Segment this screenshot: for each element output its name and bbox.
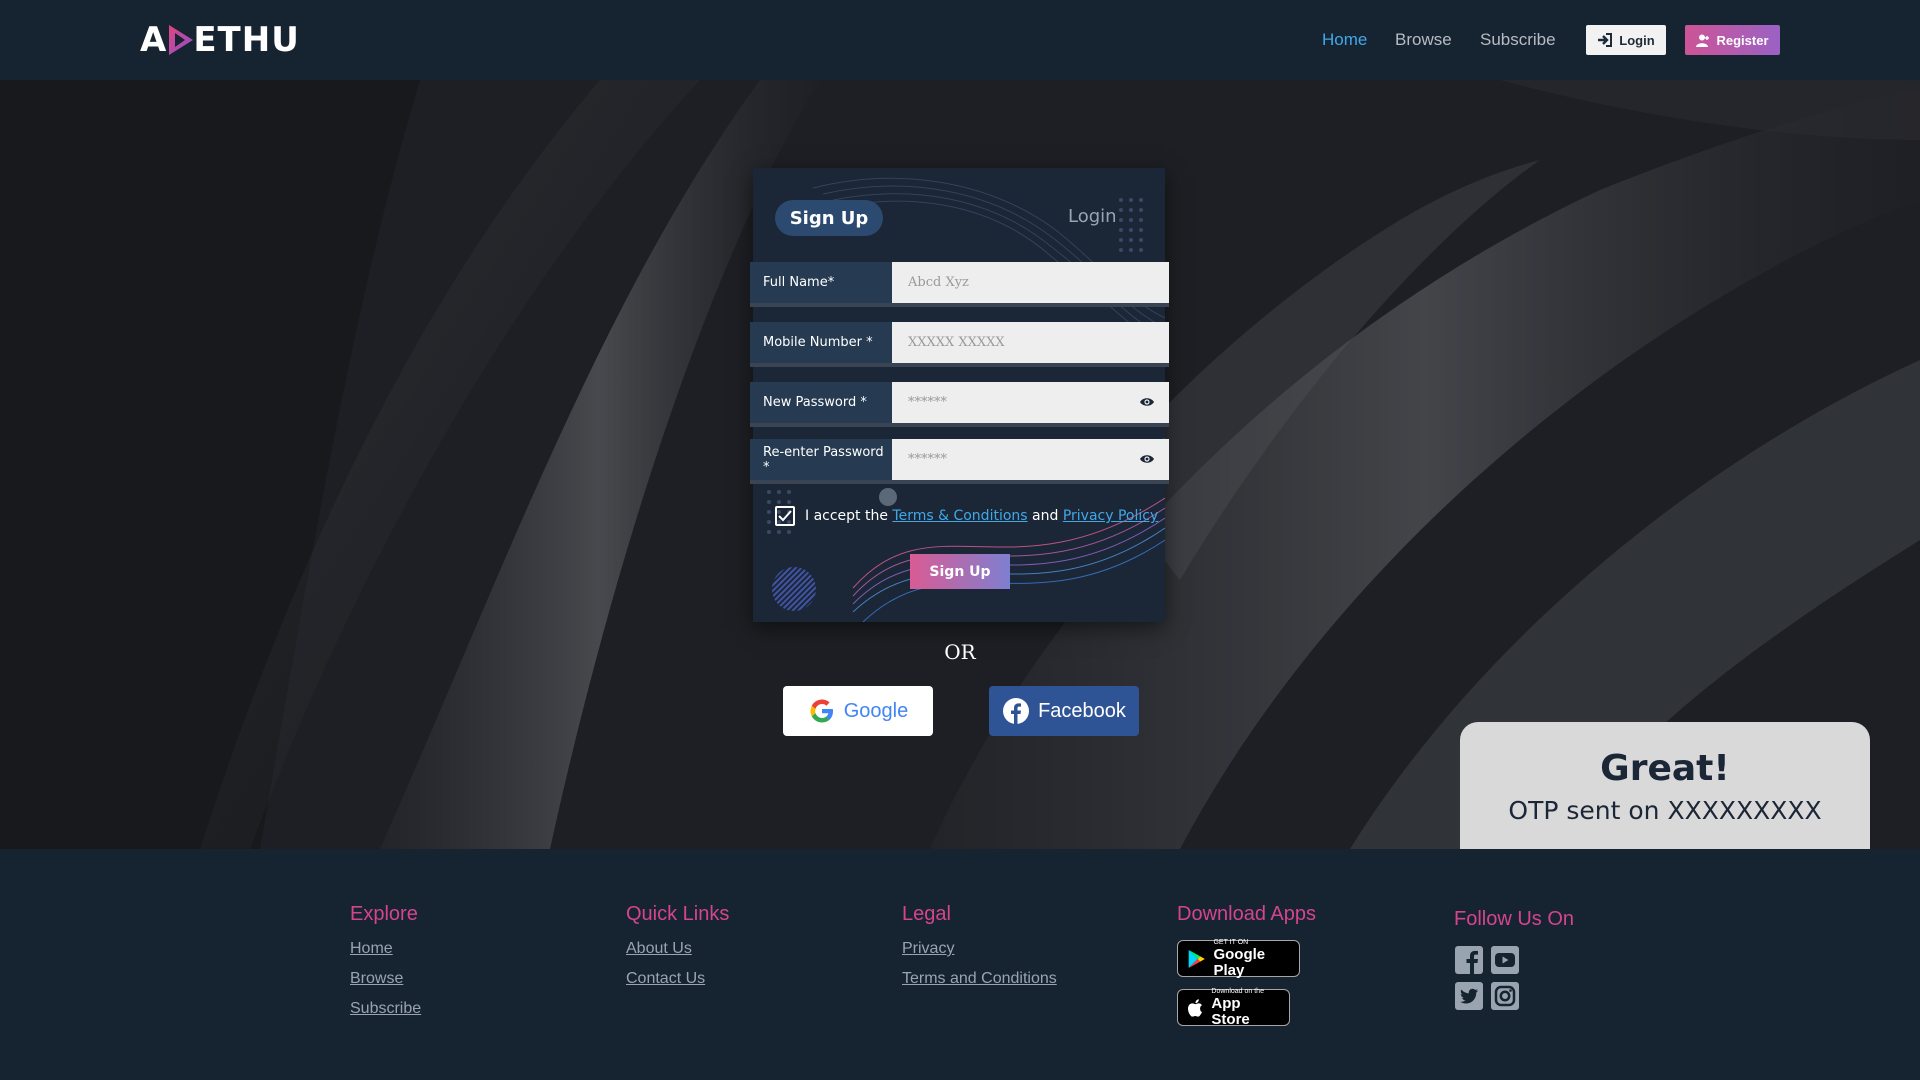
twitter-icon[interactable]: [1454, 981, 1484, 1011]
mobile-number-label: Mobile Number *: [750, 322, 892, 363]
or-divider: OR: [944, 640, 976, 664]
tab-login[interactable]: Login: [1068, 206, 1117, 227]
google-play-big: Google Play: [1213, 945, 1266, 979]
new-password-input[interactable]: [892, 382, 1169, 423]
site-footer: Explore Home Browse Subscribe Quick Link…: [0, 849, 1920, 1080]
sign-in-icon: [1598, 33, 1613, 47]
eye-icon[interactable]: [1139, 396, 1155, 408]
footer-follow-title: Follow Us On: [1454, 908, 1575, 930]
header-login-label: Login: [1619, 32, 1655, 48]
apple-icon: [1187, 998, 1203, 1017]
footer-download-apps: Download Apps GET IT ON Google Play Down…: [1177, 903, 1316, 1038]
nav-link-subscribe[interactable]: Subscribe: [1480, 30, 1556, 50]
facebook-login-button[interactable]: Facebook: [989, 686, 1139, 736]
footer-link-about-us[interactable]: About Us: [626, 940, 729, 958]
full-name-field: Full Name*: [750, 262, 1169, 307]
field-shadow: [750, 423, 1169, 427]
terms-row: I accept the Terms & Conditions and Priv…: [775, 505, 1158, 527]
instagram-icon[interactable]: [1490, 981, 1520, 1011]
app-store-badge[interactable]: Download on the App Store: [1177, 988, 1290, 1028]
reenter-password-field: Re-enter Password *: [750, 439, 1169, 484]
nav-link-browse[interactable]: Browse: [1395, 30, 1452, 50]
logo-text-right: ETHU: [193, 20, 300, 60]
eye-icon[interactable]: [1139, 453, 1155, 465]
mouse-cursor: [879, 488, 897, 506]
footer-quick-links-title: Quick Links: [626, 903, 730, 925]
facebook-icon: [1003, 698, 1030, 724]
google-icon: [810, 699, 833, 723]
footer-legal: Legal Privacy Terms and Conditions: [902, 903, 1057, 1000]
nav-browse[interactable]: Browse: [1395, 24, 1452, 56]
user-plus-icon: [1696, 34, 1710, 47]
app-store-big: App Store: [1211, 994, 1250, 1028]
footer-explore-title: Explore: [350, 903, 418, 925]
signup-card: Sign Up Login Full Name* Mobile Number *…: [750, 168, 1169, 622]
footer-explore: Explore Home Browse Subscribe: [350, 903, 421, 1030]
reenter-password-label: Re-enter Password *: [750, 439, 892, 480]
full-name-input[interactable]: [892, 262, 1169, 303]
full-name-label: Full Name*: [750, 262, 892, 303]
footer-link-subscribe[interactable]: Subscribe: [350, 1000, 421, 1018]
google-login-button[interactable]: Google: [783, 686, 933, 736]
mobile-number-input[interactable]: [892, 322, 1169, 363]
google-play-badge[interactable]: GET IT ON Google Play: [1177, 939, 1300, 979]
toast-title: Great!: [1600, 748, 1730, 789]
google-play-icon: [1188, 949, 1205, 968]
facebook-label: Facebook: [1038, 699, 1126, 722]
header-register-button[interactable]: Register: [1685, 25, 1780, 55]
nav-subscribe[interactable]: Subscribe: [1480, 24, 1556, 56]
footer-download-title: Download Apps: [1177, 903, 1316, 925]
facebook-icon[interactable]: [1454, 945, 1484, 975]
terms-link[interactable]: Terms & Conditions: [892, 508, 1027, 524]
new-password-field: New Password *: [750, 382, 1169, 427]
field-shadow: [750, 480, 1169, 484]
header-register-label: Register: [1716, 32, 1769, 48]
tab-signup[interactable]: Sign Up: [775, 200, 883, 236]
site-header: A ETHU Home Browse Subscribe Login Regis…: [0, 0, 1920, 80]
nav-link-home[interactable]: Home: [1322, 30, 1367, 50]
terms-and: and: [1032, 508, 1059, 524]
privacy-link[interactable]: Privacy Policy: [1063, 508, 1158, 524]
mobile-number-field: Mobile Number *: [750, 322, 1169, 367]
google-label: Google: [843, 699, 909, 722]
otp-toast: Great! OTP sent on XXXXXXXXX: [1460, 722, 1870, 849]
logo[interactable]: A ETHU: [140, 20, 300, 60]
footer-follow-us: Follow Us On: [1454, 908, 1574, 1011]
header-login-button[interactable]: Login: [1586, 25, 1666, 55]
terms-prefix: I accept the: [805, 508, 888, 524]
nav-home[interactable]: Home: [1322, 24, 1367, 56]
youtube-icon[interactable]: [1490, 945, 1520, 975]
terms-checkbox[interactable]: [775, 506, 795, 526]
footer-quick-links: Quick Links About Us Contact Us: [626, 903, 729, 1000]
toast-message: OTP sent on XXXXXXXXX: [1508, 796, 1822, 825]
footer-link-privacy[interactable]: Privacy: [902, 940, 1057, 958]
checkmark-icon: [778, 510, 792, 522]
footer-link-browse[interactable]: Browse: [350, 970, 421, 988]
reenter-password-input[interactable]: [892, 439, 1169, 480]
logo-text-left: A: [140, 20, 168, 60]
footer-link-home[interactable]: Home: [350, 940, 421, 958]
footer-link-contact-us[interactable]: Contact Us: [626, 970, 729, 988]
signup-submit-button[interactable]: Sign Up: [910, 554, 1010, 589]
new-password-label: New Password *: [750, 382, 892, 423]
logo-play-icon: [169, 25, 194, 55]
social-icons: [1454, 945, 1574, 1011]
footer-legal-title: Legal: [902, 903, 951, 925]
hero-section: Sign Up Login Full Name* Mobile Number *…: [0, 80, 1920, 849]
footer-link-terms[interactable]: Terms and Conditions: [902, 970, 1057, 988]
field-shadow: [750, 303, 1169, 307]
field-shadow: [750, 363, 1169, 367]
